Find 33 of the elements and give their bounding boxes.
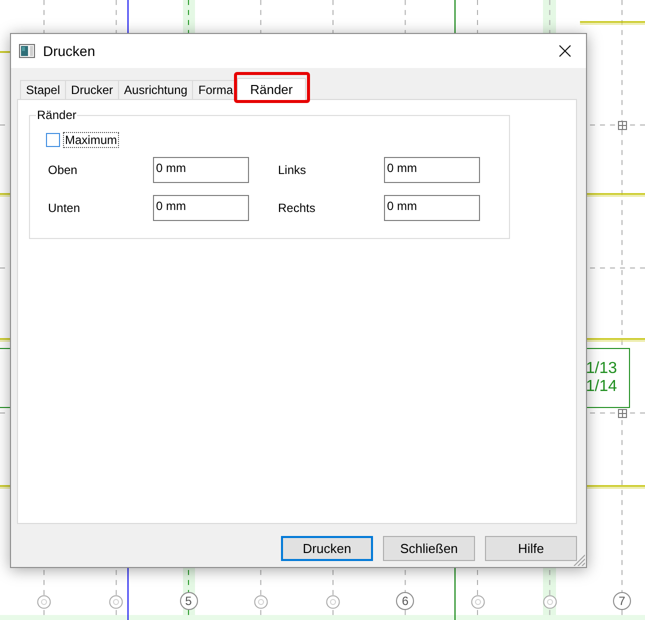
input-field[interactable]: 0 mm [153,195,249,221]
group-title: Ränder [36,108,78,122]
resize-grip-icon [573,554,585,566]
dialog-button[interactable]: Drucken [281,536,373,561]
tab[interactable]: Ränder [237,78,306,100]
field-label: Oben [48,162,78,179]
axis-marker-icon [254,595,268,609]
input-field[interactable]: 0 mm [384,195,480,221]
axis-marker-icon [326,595,340,609]
axis-marker-icon [37,595,51,609]
axis-label: 6 [396,592,414,610]
input-field[interactable]: 0 mm [384,157,480,183]
tab[interactable]: Ausrichtung [118,80,194,99]
checkbox[interactable] [46,132,60,146]
field-label: Rechts [278,200,316,217]
grid-node-icon [618,121,627,130]
dialog-button[interactable]: Schließen [383,536,475,561]
tag-text: 1/13 [586,360,617,378]
dialog-button[interactable]: Hilfe [485,536,577,561]
checkbox-label[interactable]: Maximum [63,132,120,148]
window-icon [19,44,35,58]
close-icon [559,45,571,57]
axis-marker-icon [470,595,484,609]
window-title: Drucken [43,42,96,60]
tab[interactable]: Stapel [20,80,66,99]
axis-label: 7 [613,592,631,610]
axis-label: 5 [180,592,198,610]
input-field[interactable]: 0 mm [153,157,249,183]
field-label: Unten [48,200,82,217]
tag-text: 1/14 [586,378,617,396]
field-label: Links [278,162,308,179]
axis-marker-icon [109,595,124,609]
axis-marker-icon [542,595,557,609]
